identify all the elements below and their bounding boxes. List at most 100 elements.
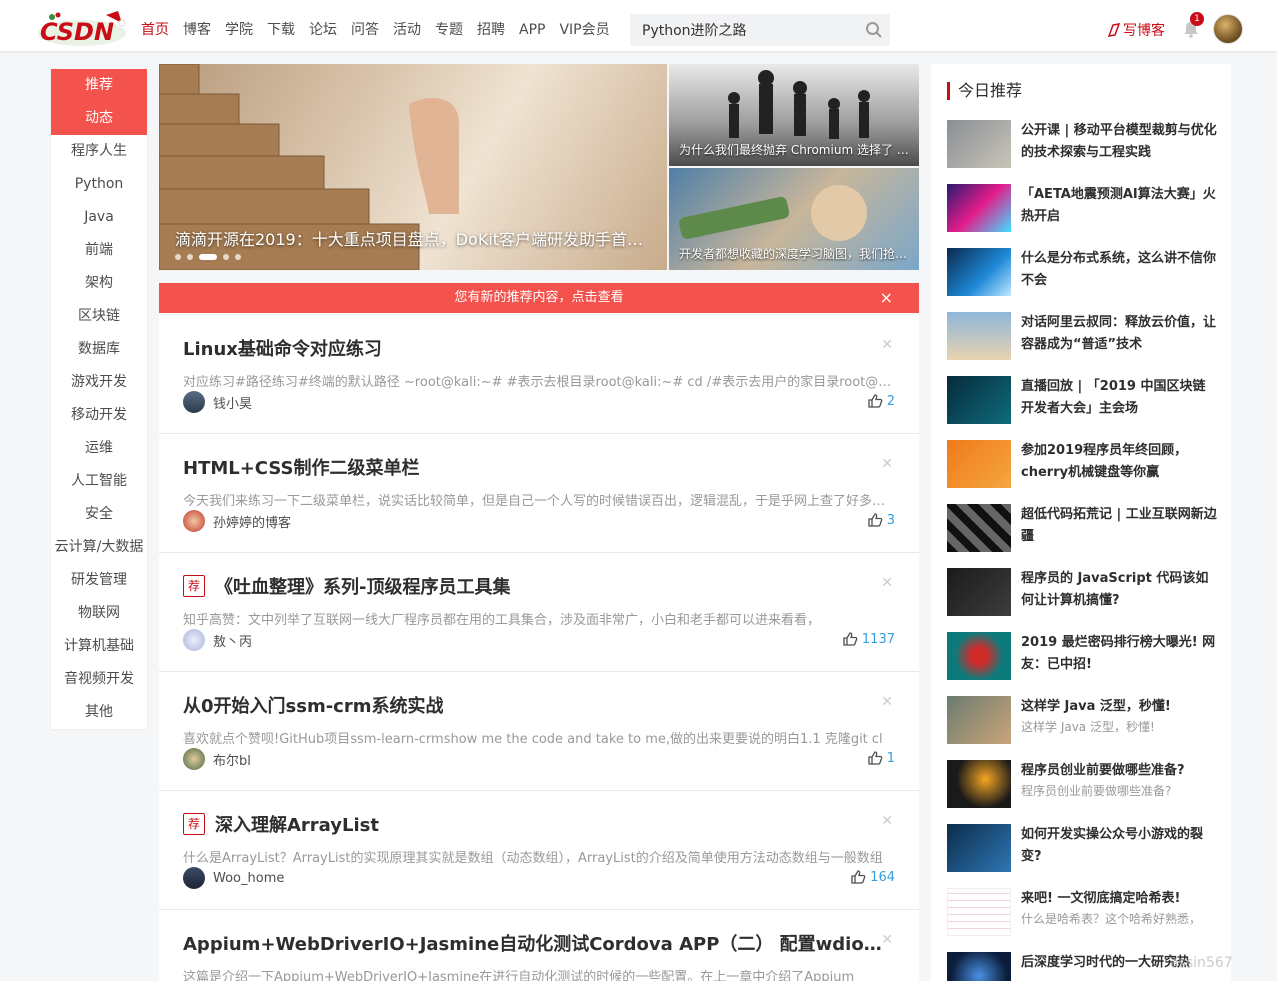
dismiss-icon[interactable]: ✕ xyxy=(881,813,893,829)
category-architecture[interactable]: 架构 xyxy=(51,267,147,300)
category-database[interactable]: 数据库 xyxy=(51,333,147,366)
nav-jobs[interactable]: 招聘 xyxy=(470,0,512,52)
banner-title[interactable]: 滴滴开源在2019：十大重点项目盘点，DoKit客户端研发助手首破… xyxy=(175,226,655,250)
recommend-item[interactable]: 直播回放 | 「2019 中国区块链开发者大会」主会场 xyxy=(947,376,1217,428)
dismiss-icon[interactable]: ✕ xyxy=(881,932,893,948)
category-blockchain[interactable]: 区块链 xyxy=(51,300,147,333)
like-count[interactable]: 3 xyxy=(867,512,895,528)
author-name[interactable]: 布尔bl xyxy=(213,750,251,769)
article-desc: 什么是ArrayList？ArrayList的实现原理其实就是数组（动态数组），… xyxy=(183,851,883,866)
category-mobile[interactable]: 移动开发 xyxy=(51,399,147,432)
carousel-dot-active[interactable] xyxy=(199,254,217,260)
user-avatar[interactable] xyxy=(1213,14,1243,44)
like-count[interactable]: 164 xyxy=(850,869,895,885)
category-cs-basics[interactable]: 计算机基础 xyxy=(51,630,147,663)
search-input[interactable] xyxy=(630,14,850,46)
author-name[interactable]: Woo_home xyxy=(213,871,284,886)
recommend-item[interactable]: 2019 最烂密码排行榜大曝光! 网友：已中招! xyxy=(947,632,1217,684)
write-blog-button[interactable]: 写博客 xyxy=(1107,20,1165,40)
author-name[interactable]: 敖丶丙 xyxy=(213,631,252,650)
category-java[interactable]: Java xyxy=(51,201,147,234)
dismiss-icon[interactable]: ✕ xyxy=(881,456,893,472)
csdn-logo[interactable]: CSDN xyxy=(36,9,128,49)
nav-vip[interactable]: VIP会员 xyxy=(552,0,616,52)
author-avatar[interactable] xyxy=(183,748,205,770)
recommend-item[interactable]: 如何开发实操公众号小游戏的裂变? xyxy=(947,824,1217,876)
nav-academy[interactable]: 学院 xyxy=(218,0,260,52)
author-avatar[interactable] xyxy=(183,391,205,413)
side-banner-deeplearning[interactable]: 开发者都想收藏的深度学习脑图，我们抢… xyxy=(669,168,919,270)
recommend-item[interactable]: 什么是分布式系统，这么讲不信你不会 xyxy=(947,248,1217,300)
author-name[interactable]: 孙婷婷的博客 xyxy=(213,512,291,531)
article-card[interactable]: Appium+WebDriverIO+Jasmine自动化测试Cordova A… xyxy=(159,910,919,981)
like-count[interactable]: 1 xyxy=(867,750,895,766)
recommend-item[interactable]: 公开课 | 移动平台模型裁剪与优化的技术探索与工程实践 xyxy=(947,120,1217,172)
article-card[interactable]: 荐深入理解ArrayList ✕ 什么是ArrayList？ArrayList的… xyxy=(159,791,919,910)
carousel-dot[interactable] xyxy=(187,254,193,260)
category-av[interactable]: 音视频开发 xyxy=(51,663,147,696)
banner-carousel[interactable]: 滴滴开源在2019：十大重点项目盘点，DoKit客户端研发助手首破… xyxy=(159,64,667,270)
category-frontend[interactable]: 前端 xyxy=(51,234,147,267)
nav-qa[interactable]: 问答 xyxy=(344,0,386,52)
author-name[interactable]: 钱小昊 xyxy=(213,393,252,412)
notice-close-button[interactable]: × xyxy=(880,283,893,313)
search-icon[interactable] xyxy=(865,21,883,39)
recommend-item[interactable]: 程序员创业前要做哪些准备? 程序员创业前要做哪些准备? xyxy=(947,760,1217,812)
category-life[interactable]: 程序人生 xyxy=(51,135,147,168)
nav-app[interactable]: APP xyxy=(512,0,552,52)
side-banner-chess[interactable]: 为什么我们最终抛弃 Chromium 选择了 F… xyxy=(669,64,919,166)
recommend-item[interactable]: 对话阿里云叔同：释放云价值，让容器成为“普适”技术 xyxy=(947,312,1217,364)
category-security[interactable]: 安全 xyxy=(51,498,147,531)
like-count[interactable]: 2 xyxy=(867,393,895,409)
new-content-notice[interactable]: 您有新的推荐内容，点击查看 × xyxy=(159,283,919,313)
author-avatar[interactable] xyxy=(183,629,205,651)
article-title[interactable]: HTML+CSS制作二级菜单栏 xyxy=(183,454,883,480)
nav-forum[interactable]: 论坛 xyxy=(302,0,344,52)
article-title[interactable]: 荐《吐血整理》系列-顶级程序员工具集 xyxy=(183,573,883,599)
recommend-title: 超低代码拓荒记 | 工业互联网新边疆 xyxy=(1021,507,1217,544)
nav-download[interactable]: 下载 xyxy=(260,0,302,52)
nav-topics[interactable]: 专题 xyxy=(428,0,470,52)
dismiss-icon[interactable]: ✕ xyxy=(881,575,893,591)
category-ai[interactable]: 人工智能 xyxy=(51,465,147,498)
recommend-item[interactable]: 「AETA地震预测AI算法大赛」火热开启 xyxy=(947,184,1217,236)
nav-blog[interactable]: 博客 xyxy=(176,0,218,52)
article-card[interactable]: 荐《吐血整理》系列-顶级程序员工具集 ✕ 知乎高赞：文中列举了互联网一线大厂程序… xyxy=(159,553,919,672)
recommend-title: 程序员创业前要做哪些准备? xyxy=(1021,763,1185,778)
nav-events[interactable]: 活动 xyxy=(386,0,428,52)
author-avatar[interactable] xyxy=(183,867,205,889)
category-iot[interactable]: 物联网 xyxy=(51,597,147,630)
recommend-item[interactable]: 程序员的 JavaScript 代码该如何让计算机搞懂? xyxy=(947,568,1217,620)
carousel-dot[interactable] xyxy=(175,254,181,260)
article-title[interactable]: 从0开始入门ssm-crm系统实战 xyxy=(183,692,883,718)
thumbs-up-icon xyxy=(868,394,883,408)
recommend-item[interactable]: 参加2019程序员年终回顾，cherry机械键盘等你赢 xyxy=(947,440,1217,492)
article-card[interactable]: HTML+CSS制作二级菜单栏 ✕ 今天我们来练习一下二级菜单栏，说实话比较简单… xyxy=(159,434,919,553)
article-card[interactable]: 从0开始入门ssm-crm系统实战 ✕ 喜欢就点个赞呗!GitHub项目ssm-… xyxy=(159,672,919,791)
recommend-item[interactable]: 这样学 Java 泛型，秒懂! 这样学 Java 泛型，秒懂! xyxy=(947,696,1217,748)
article-desc: 知乎高赞：文中列举了互联网一线大厂程序员都在用的工具集合，涉及面非常广，小白和老… xyxy=(183,613,821,628)
article-title[interactable]: 荐深入理解ArrayList xyxy=(183,811,883,837)
category-feed[interactable]: 动态 xyxy=(51,102,147,135)
category-rd-management[interactable]: 研发管理 xyxy=(51,564,147,597)
carousel-dot[interactable] xyxy=(235,254,241,260)
dismiss-icon[interactable]: ✕ xyxy=(881,337,893,353)
category-gamedev[interactable]: 游戏开发 xyxy=(51,366,147,399)
category-ops[interactable]: 运维 xyxy=(51,432,147,465)
dismiss-icon[interactable]: ✕ xyxy=(881,694,893,710)
article-meta: 布尔bl 1 xyxy=(183,748,895,770)
recommend-item[interactable]: 来吧! 一文彻底搞定哈希表! 什么是哈希表？这个哈希好熟悉， xyxy=(947,888,1217,940)
carousel-dot[interactable] xyxy=(223,254,229,260)
like-count[interactable]: 1137 xyxy=(842,631,895,647)
category-python[interactable]: Python xyxy=(51,168,147,201)
article-title[interactable]: Appium+WebDriverIO+Jasmine自动化测试Cordova A… xyxy=(183,930,883,956)
recommend-thumb xyxy=(947,376,1011,424)
category-cloud[interactable]: 云计算/大数据 xyxy=(51,531,147,564)
category-recommend[interactable]: 推荐 xyxy=(51,69,147,102)
category-other[interactable]: 其他 xyxy=(51,696,147,729)
author-avatar[interactable] xyxy=(183,510,205,532)
nav-home[interactable]: 首页 xyxy=(134,0,176,52)
recommend-item[interactable]: 超低代码拓荒记 | 工业互联网新边疆 xyxy=(947,504,1217,556)
article-card[interactable]: Linux基础命令对应练习 ✕ 对应练习#路径练习#终端的默认路径 ~root@… xyxy=(159,315,919,434)
article-title[interactable]: Linux基础命令对应练习 xyxy=(183,335,883,361)
